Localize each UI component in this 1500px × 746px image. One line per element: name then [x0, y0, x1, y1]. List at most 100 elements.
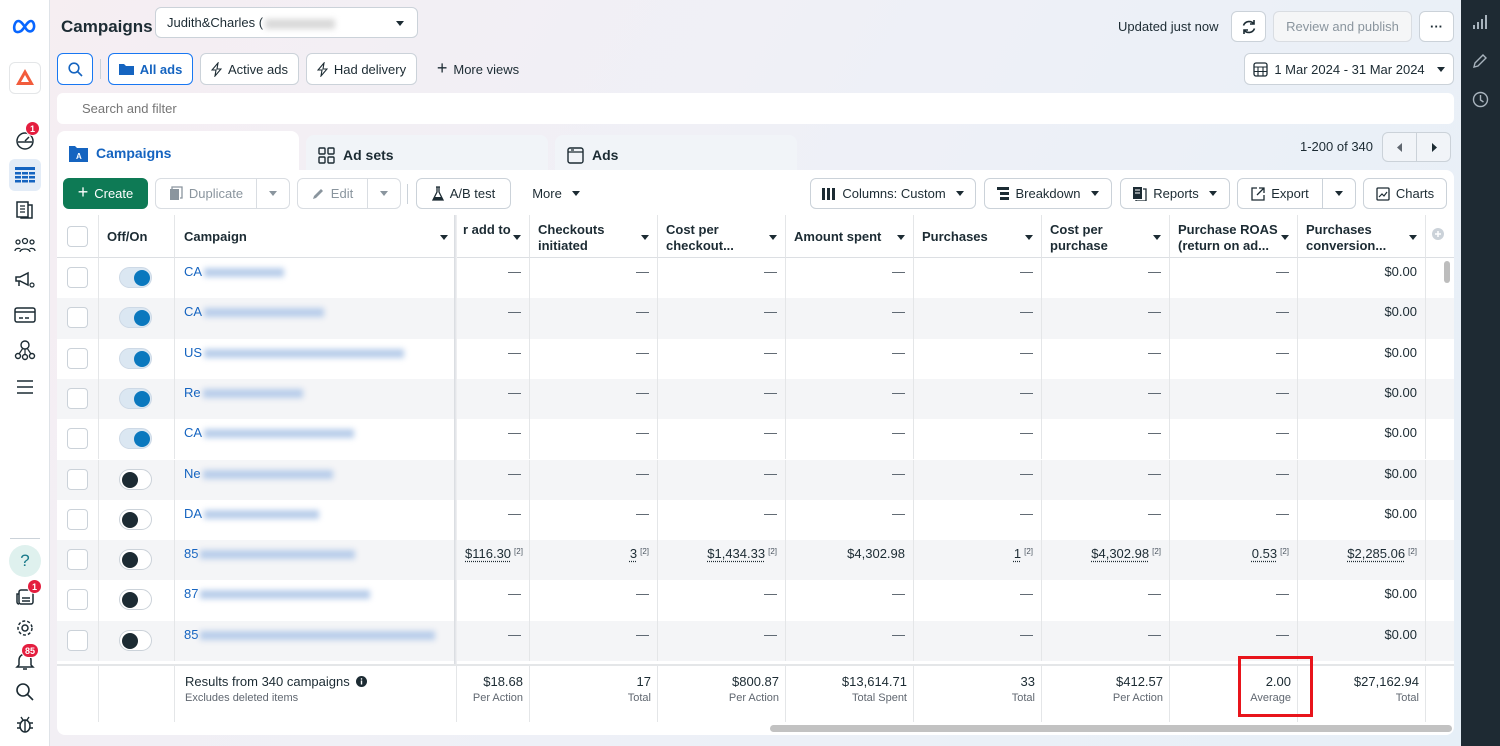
header-campaign[interactable]: Campaign	[175, 215, 457, 258]
prev-page-button[interactable]	[1382, 132, 1417, 162]
menu-icon[interactable]	[9, 371, 41, 403]
campaigns-table-icon[interactable]	[9, 159, 41, 191]
metric-value[interactable]: $1,434.33	[707, 546, 765, 561]
billing-icon[interactable]	[9, 299, 41, 331]
table-row[interactable]: 87 — — — — — — — $0.00	[57, 580, 1454, 621]
campaign-name-link[interactable]: CA	[184, 425, 355, 440]
campaign-on-off-toggle[interactable]	[119, 387, 152, 409]
columns-button[interactable]: Columns: Custom	[810, 178, 976, 209]
metric-value[interactable]: 3	[630, 546, 637, 561]
campaign-name-link[interactable]: DA	[184, 506, 320, 521]
add-column-button[interactable]	[1426, 215, 1454, 258]
campaign-on-off-toggle[interactable]	[119, 468, 152, 490]
row-checkbox[interactable]	[67, 589, 88, 611]
row-checkbox[interactable]	[67, 549, 88, 571]
view-had-delivery[interactable]: Had delivery	[306, 53, 417, 85]
header-checkouts-initiated[interactable]: Checkouts initiated	[530, 215, 658, 258]
more-views-button[interactable]: + More views	[428, 53, 528, 85]
duplicate-dropdown-button[interactable]	[256, 178, 290, 209]
vertical-scrollbar[interactable]	[1444, 261, 1450, 283]
header-cost-per-purchase[interactable]: Cost per purchase	[1042, 215, 1170, 258]
tab-ad-sets[interactable]: Ad sets	[306, 135, 548, 175]
metric-value[interactable]: $4,302.98	[1091, 546, 1149, 561]
reports-button[interactable]: Reports	[1120, 178, 1230, 209]
table-row[interactable]: 85 — — — — — — — $0.00	[57, 620, 1454, 661]
table-row[interactable]: Re — — — — — — — $0.00	[57, 378, 1454, 420]
header-purchases-conversion-value[interactable]: Purchases conversion...	[1298, 215, 1426, 258]
notifications-icon[interactable]: 85	[9, 643, 41, 677]
view-all-ads[interactable]: All ads	[108, 53, 193, 85]
audiences-icon[interactable]	[9, 229, 41, 261]
header-purchases[interactable]: Purchases	[914, 215, 1042, 258]
ads-manager-icon[interactable]	[9, 264, 41, 296]
campaign-name-link[interactable]: US	[184, 345, 405, 360]
pages-icon[interactable]	[9, 194, 41, 226]
breakdown-button[interactable]: Breakdown	[984, 178, 1112, 209]
dashboard-icon[interactable]: 1	[9, 121, 41, 156]
table-row[interactable]: CA — — — — — — — $0.00	[57, 298, 1454, 339]
performance-chart-icon[interactable]	[1472, 14, 1490, 32]
campaign-on-off-toggle[interactable]	[119, 508, 152, 530]
row-checkbox[interactable]	[67, 307, 88, 329]
network-icon[interactable]	[9, 334, 41, 366]
metric-value[interactable]: $116.30	[465, 546, 511, 561]
bug-icon[interactable]	[9, 708, 41, 740]
tab-campaigns[interactable]: A Campaigns	[57, 131, 299, 175]
campaign-name-link[interactable]: 85	[184, 546, 356, 561]
table-row[interactable]: 85 $116.30 [2] 3 [2] $1,434.33 [2] $4,302.98 1 [2…	[57, 540, 1454, 581]
campaign-on-off-toggle[interactable]	[119, 428, 152, 450]
row-checkbox[interactable]	[67, 508, 88, 530]
row-checkbox[interactable]	[67, 629, 88, 651]
header-amount-spent[interactable]: Amount spent	[786, 215, 914, 258]
header-cost-per-checkout[interactable]: Cost per checkout...	[658, 215, 786, 258]
table-row[interactable]: Ne — — — — — — — $0.00	[57, 459, 1454, 500]
header-cost-per-add-to-cart[interactable]: r add to	[457, 215, 530, 258]
export-dropdown-button[interactable]	[1322, 178, 1356, 209]
account-selector[interactable]: Judith&Charles (	[155, 7, 418, 38]
search-toggle-button[interactable]	[57, 53, 93, 85]
metric-value[interactable]: $2,285.06	[1347, 546, 1405, 561]
metric-value[interactable]: 1	[1014, 546, 1021, 561]
date-range-picker[interactable]: 1 Mar 2024 - 31 Mar 2024	[1244, 53, 1454, 85]
meta-logo-icon[interactable]	[9, 10, 41, 42]
campaign-on-off-toggle[interactable]	[119, 347, 152, 369]
next-page-button[interactable]	[1416, 132, 1451, 162]
view-active-ads[interactable]: Active ads	[200, 53, 299, 85]
campaign-name-link[interactable]: CA	[184, 304, 325, 319]
history-clock-icon[interactable]	[1472, 91, 1490, 109]
search-icon[interactable]	[9, 676, 41, 708]
campaign-name-link[interactable]: 87	[184, 586, 371, 601]
campaign-name-link[interactable]: 85	[184, 627, 436, 642]
charts-button[interactable]: Charts	[1363, 178, 1447, 209]
metric-value[interactable]: 0.53	[1252, 546, 1277, 561]
campaign-on-off-toggle[interactable]	[119, 307, 152, 329]
refresh-button[interactable]	[1231, 11, 1266, 42]
header-off-on[interactable]: Off/On	[99, 215, 175, 258]
create-button[interactable]: + Create	[63, 178, 148, 209]
table-row[interactable]: DA — — — — — — — $0.00	[57, 499, 1454, 541]
edit-dropdown-button[interactable]	[367, 178, 401, 209]
row-checkbox[interactable]	[67, 347, 88, 369]
export-button[interactable]: Export	[1237, 178, 1323, 209]
review-and-publish-button[interactable]: Review and publish	[1273, 11, 1412, 42]
horizontal-scrollbar[interactable]	[770, 725, 1452, 732]
info-icon[interactable]	[356, 676, 368, 687]
edit-button[interactable]: Edit	[297, 178, 368, 209]
tab-ads[interactable]: Ads	[555, 135, 797, 175]
duplicate-button[interactable]: Duplicate	[155, 178, 257, 209]
header-purchase-roas[interactable]: Purchase ROAS (return on ad...	[1170, 215, 1298, 258]
edit-pencil-icon[interactable]	[1472, 53, 1490, 71]
ab-test-button[interactable]: A/B test	[416, 178, 511, 209]
table-row[interactable]: CA — — — — — — — $0.00	[57, 419, 1454, 460]
more-actions-button[interactable]: More	[520, 178, 592, 209]
table-row[interactable]: US — — — — — — — $0.00	[57, 338, 1454, 379]
row-checkbox[interactable]	[67, 428, 88, 450]
row-checkbox[interactable]	[67, 468, 88, 490]
row-checkbox[interactable]	[67, 387, 88, 409]
table-row[interactable]: CA — — — — — — — $0.00	[57, 258, 1454, 299]
campaign-on-off-toggle[interactable]	[119, 589, 152, 611]
row-checkbox[interactable]	[67, 267, 88, 288]
news-icon[interactable]: 1	[9, 579, 42, 613]
help-icon[interactable]: ?	[9, 545, 41, 577]
app-switcher-icon[interactable]	[9, 62, 41, 94]
